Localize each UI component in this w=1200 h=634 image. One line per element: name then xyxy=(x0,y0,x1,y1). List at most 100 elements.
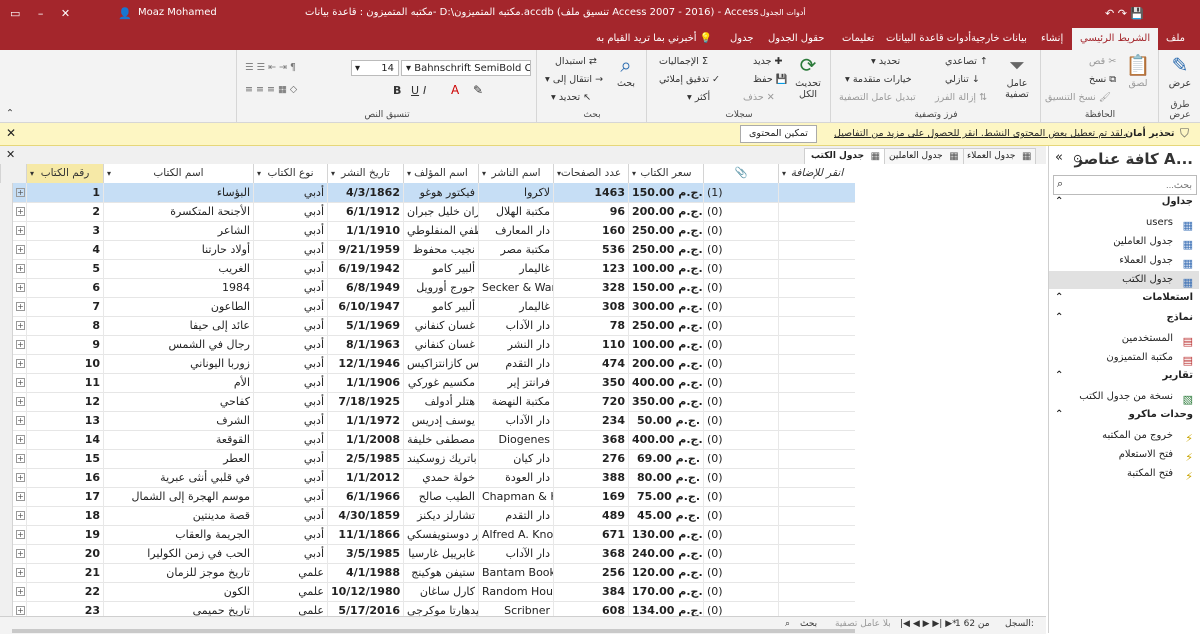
cell-book-type[interactable]: أدبي xyxy=(253,297,327,316)
cell-publisher[interactable]: Chapman & Hall xyxy=(478,487,553,506)
cell-book-name[interactable]: تاريخ موجز للزمان xyxy=(103,563,253,582)
table-row[interactable]: +9 رجال في الشمس أدبي 8/1/1963 غسان كنفاني دا… xyxy=(0,335,855,355)
refresh-all-button[interactable]: ⟳ تحديث الكل xyxy=(787,54,829,100)
cell-pages[interactable]: 671 xyxy=(553,525,628,544)
cell-click-to-add[interactable] xyxy=(778,468,855,487)
nav-section-header[interactable]: ⌃ وحدات ماكرو xyxy=(1049,409,1199,425)
close-icon[interactable]: ✕ xyxy=(6,126,16,140)
cell-book-id[interactable]: 19 xyxy=(26,525,103,544)
cell-book-type[interactable]: أدبي xyxy=(253,411,327,430)
cell-book-id[interactable]: 2 xyxy=(26,202,103,221)
cell-attachments[interactable]: (0) xyxy=(703,278,778,297)
cell-book-name[interactable]: زوربا اليوناني xyxy=(103,354,253,373)
cell-pages[interactable]: 256 xyxy=(553,563,628,582)
cell-price[interactable]: 400.00 ج.م. xyxy=(628,430,703,449)
nav-header[interactable]: كافة عناصر A... xyxy=(1074,150,1193,168)
cell-book-type[interactable]: أدبي xyxy=(253,316,327,335)
record-selector[interactable] xyxy=(0,240,13,259)
cell-click-to-add[interactable] xyxy=(778,354,855,373)
cell-author[interactable]: ألبير كامو xyxy=(403,297,478,316)
cell-publisher[interactable]: دار النشر xyxy=(478,335,553,354)
cell-book-name[interactable]: عائد إلى حيفا xyxy=(103,316,253,335)
cell-book-id[interactable]: 4 xyxy=(26,240,103,259)
cell-attachments[interactable]: (0) xyxy=(703,525,778,544)
cell-publisher[interactable]: Alfred A. Knopf xyxy=(478,525,553,544)
highlight-icon[interactable]: ✎ xyxy=(473,83,483,97)
cell-pages[interactable]: 78 xyxy=(553,316,628,335)
tab-create[interactable]: إنشاء xyxy=(1035,31,1069,46)
table-row[interactable]: +8 عائد إلى حيفا أدبي 5/1/1969 غسان كنفاني دا… xyxy=(0,316,855,336)
cell-book-id[interactable]: 9 xyxy=(26,335,103,354)
header-publish-date[interactable]: ▾ تاريخ النشر xyxy=(327,164,403,183)
cell-book-id[interactable]: 3 xyxy=(26,221,103,240)
cell-book-name[interactable]: رجال في الشمس xyxy=(103,335,253,354)
cell-pages[interactable]: 388 xyxy=(553,468,628,487)
cell-publisher[interactable]: دار التقدم xyxy=(478,506,553,525)
expand-icon[interactable]: + xyxy=(16,473,25,482)
tab-database-tools[interactable]: أدوات قاعدة البيانات xyxy=(880,31,977,46)
nav-item[interactable]: خروج من المكتبه ⚡ xyxy=(1049,427,1199,445)
nav-section-header[interactable]: ⌃ تقارير xyxy=(1049,370,1199,386)
cell-attachments[interactable]: (0) xyxy=(703,240,778,259)
cell-book-name[interactable]: الحب في زمن الكوليرا xyxy=(103,544,253,563)
cell-book-type[interactable]: أدبي xyxy=(253,240,327,259)
cell-book-type[interactable]: أدبي xyxy=(253,221,327,240)
cell-publish-date[interactable]: 12/1/1946 xyxy=(327,354,403,373)
record-selector[interactable] xyxy=(0,335,13,354)
table-row[interactable]: +1 البؤساء أدبي 4/3/1862 فيكتور هوغو لاكروا 14… xyxy=(0,183,855,203)
record-position[interactable]: 1 من 62 xyxy=(955,619,990,629)
cell-attachments[interactable]: (0) xyxy=(703,297,778,316)
table-row[interactable]: +22 الكون علمي 10/12/1980 كارل ساغان Random H… xyxy=(0,582,855,602)
table-row[interactable]: +7 الطاعون أدبي 6/10/1947 ألبير كامو غاليمار 3… xyxy=(0,297,855,317)
expand-icon[interactable]: + xyxy=(16,454,25,463)
goto-button[interactable]: ▾ انتقال إلى → xyxy=(545,74,603,85)
record-selector[interactable] xyxy=(0,202,13,221)
cell-publisher[interactable]: فرانتز إير xyxy=(478,373,553,392)
cell-price[interactable]: 50.00 ج.م. xyxy=(628,411,703,430)
cell-click-to-add[interactable] xyxy=(778,430,855,449)
cell-attachments[interactable]: (0) xyxy=(703,506,778,525)
cell-publish-date[interactable]: 1/1/1910 xyxy=(327,221,403,240)
selection-button[interactable]: ▾ تحديد xyxy=(871,56,900,67)
cell-book-id[interactable]: 14 xyxy=(26,430,103,449)
cell-price[interactable]: 200.00 ج.م. xyxy=(628,354,703,373)
doc-tab-employees[interactable]: جدول العاملين ▦ xyxy=(882,148,964,164)
cell-pages[interactable]: 123 xyxy=(553,259,628,278)
window-controls[interactable]: ▭ – ✕ xyxy=(10,7,70,20)
cell-book-id[interactable]: 13 xyxy=(26,411,103,430)
cell-author[interactable]: نيكوس كازانتزاكيس xyxy=(403,354,478,373)
cell-publisher[interactable]: دار الآداب xyxy=(478,316,553,335)
cell-book-name[interactable]: الغريب xyxy=(103,259,253,278)
expand-icon[interactable]: + xyxy=(16,321,25,330)
nav-search-input[interactable] xyxy=(1070,177,1194,193)
cell-pages[interactable]: 474 xyxy=(553,354,628,373)
cell-publisher[interactable]: Diogenes xyxy=(478,430,553,449)
cell-author[interactable]: غابرييل غارسيا xyxy=(403,544,478,563)
copy-button[interactable]: نسخ ⧉ xyxy=(1089,74,1116,85)
cell-pages[interactable]: 489 xyxy=(553,506,628,525)
cell-book-name[interactable]: كفاحي xyxy=(103,392,253,411)
expand-icon[interactable]: + xyxy=(16,606,25,615)
nav-item[interactable]: مكتبة المتميزون ▤ xyxy=(1049,349,1199,367)
cell-book-type[interactable]: أدبي xyxy=(253,525,327,544)
avatar[interactable]: 👤 xyxy=(118,7,132,20)
expand-icon[interactable]: + xyxy=(16,492,25,501)
record-selector[interactable] xyxy=(0,297,13,316)
cell-author[interactable]: فيودور دوستويفسكي xyxy=(403,525,478,544)
cell-publish-date[interactable]: 5/1/1969 xyxy=(327,316,403,335)
table-row[interactable]: +4 أولاد حارتنا أدبي 9/21/1959 نجيب محفوظ مكت… xyxy=(0,240,855,260)
nav-section-header[interactable]: ⌃ جداول xyxy=(1049,196,1199,212)
cell-book-type[interactable]: أدبي xyxy=(253,506,327,525)
paste-button[interactable]: 📋 لصق xyxy=(1121,54,1155,89)
cell-author[interactable]: باتريك زوسكيند xyxy=(403,449,478,468)
cell-pages[interactable]: 384 xyxy=(553,582,628,601)
cell-publisher[interactable]: دار الآداب xyxy=(478,411,553,430)
cell-publish-date[interactable]: 3/5/1985 xyxy=(327,544,403,563)
close-tab-icon[interactable]: ✕ xyxy=(6,148,15,161)
cell-pages[interactable]: 536 xyxy=(553,240,628,259)
cell-book-type[interactable]: أدبي xyxy=(253,183,327,202)
cell-book-id[interactable]: 22 xyxy=(26,582,103,601)
cell-author[interactable]: ألبير كامو xyxy=(403,259,478,278)
cell-pages[interactable]: 350 xyxy=(553,373,628,392)
cell-book-name[interactable]: في قلبي أنثى عبرية xyxy=(103,468,253,487)
